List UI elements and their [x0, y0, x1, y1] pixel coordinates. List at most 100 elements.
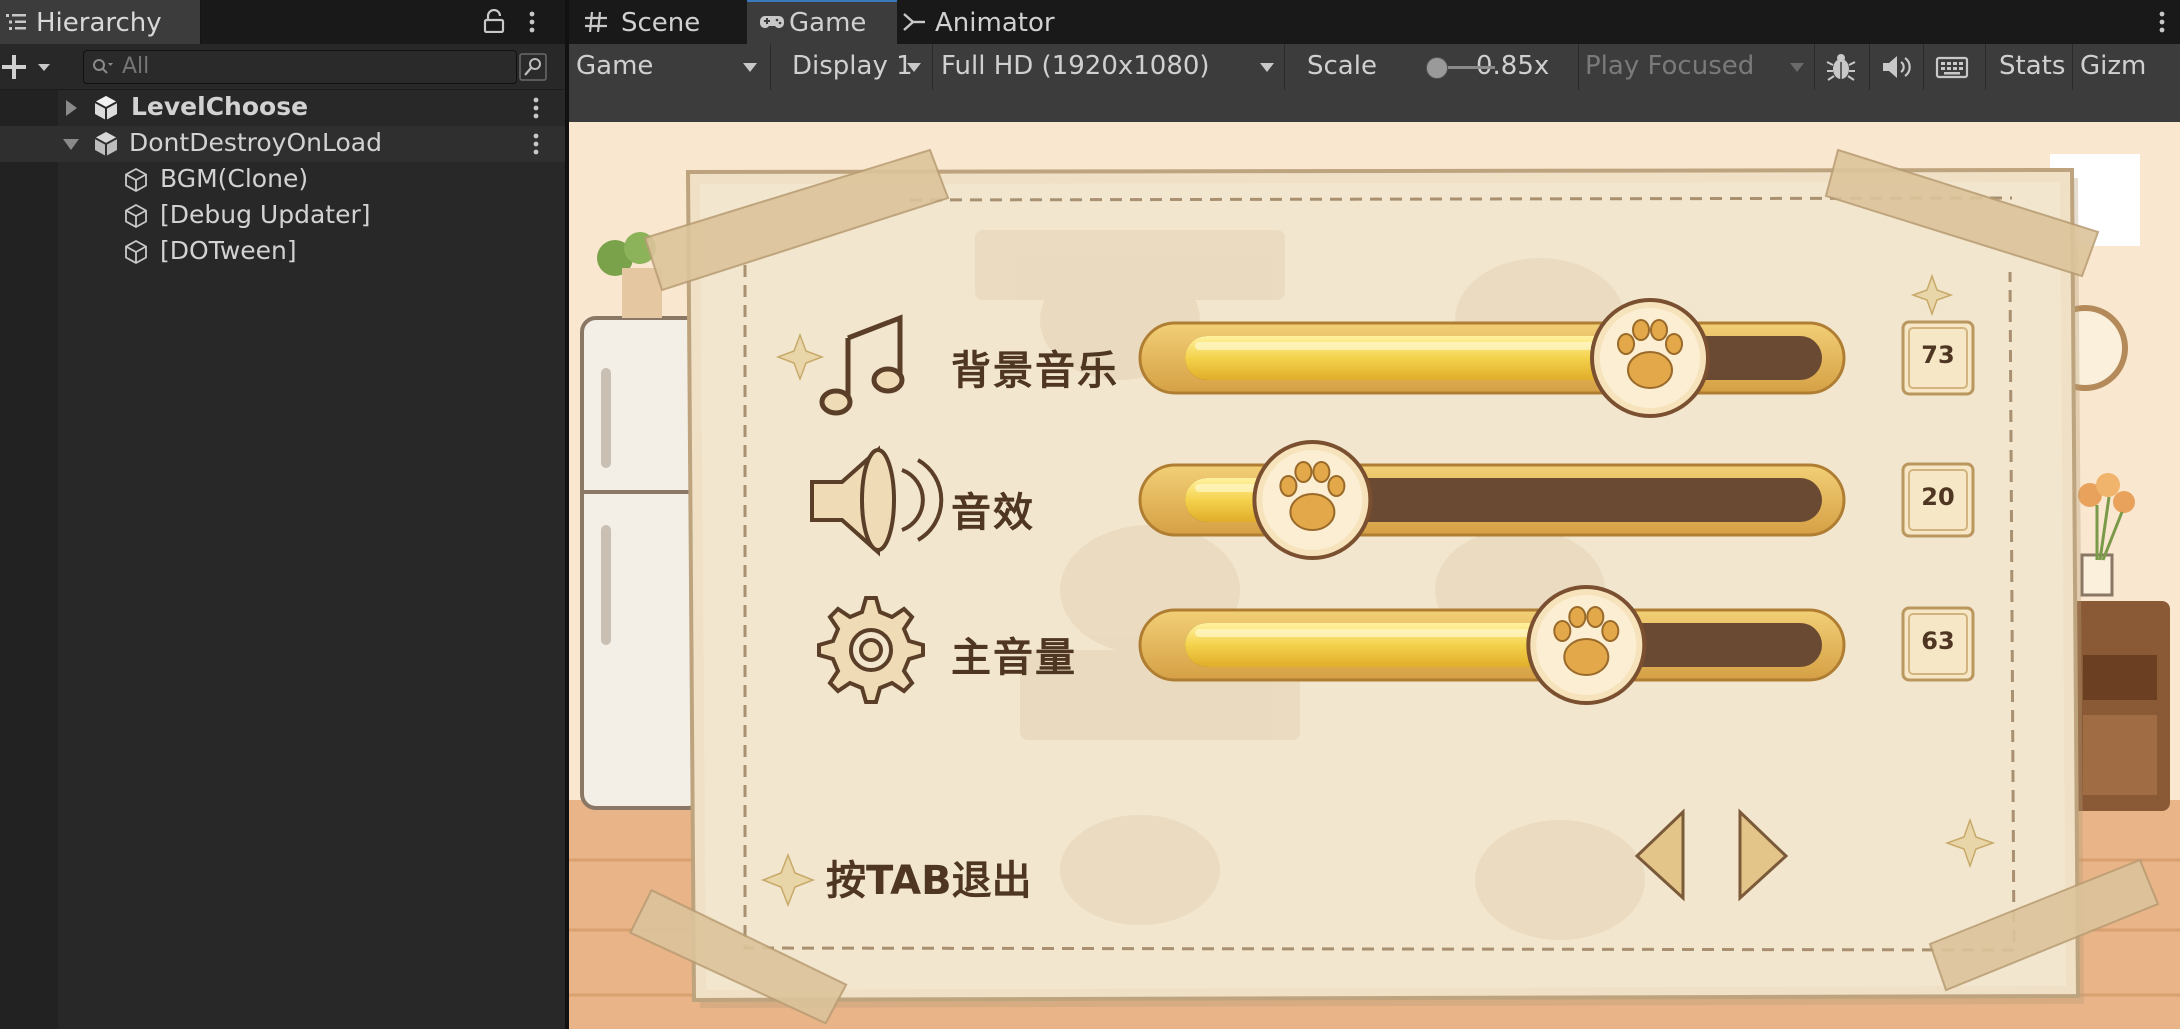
setting-label-sfx: 音效 — [951, 490, 1035, 536]
stats-label: Stats — [1999, 51, 2066, 81]
expand-arrow-icon[interactable] — [62, 99, 80, 117]
tab-scene[interactable]: Scene — [569, 0, 747, 44]
paw-toe — [1568, 606, 1587, 628]
hierarchy-item-label: LevelChoose — [131, 92, 309, 121]
gameobject-icon — [125, 203, 147, 229]
scene-grid-icon — [585, 11, 607, 33]
hierarchy-item-bgm-clone[interactable]: BGM(Clone) — [0, 162, 565, 198]
tab-scene-label: Scene — [621, 8, 701, 38]
paw-pad — [1289, 493, 1336, 531]
collapse-arrow-icon[interactable] — [62, 135, 80, 153]
add-object-button[interactable] — [0, 50, 56, 84]
tab-game[interactable]: Game — [747, 0, 897, 44]
paw-toe — [1632, 319, 1651, 341]
gizmos-label: Gizm — [2080, 51, 2147, 81]
paw-toe — [1601, 620, 1620, 642]
hierarchy-item-dontdestroyonload[interactable]: DontDestroyOnLoad — [0, 126, 565, 162]
gizmos-button[interactable]: Gizm — [2072, 44, 2180, 90]
hierarchy-item-debug-updater[interactable]: [Debug Updater] — [0, 198, 565, 234]
list-icon — [6, 14, 26, 30]
scale-slider-thumb[interactable] — [1426, 57, 1448, 79]
paw-pad — [1627, 351, 1674, 389]
bug-icon — [1826, 54, 1856, 81]
debug-toggle[interactable] — [1814, 44, 1870, 90]
more-options-icon[interactable] — [524, 8, 540, 36]
paw-toe — [1617, 333, 1636, 355]
value-sfx: 20 — [1921, 483, 1955, 511]
play-mode-label: Play Focused — [1585, 51, 1755, 81]
scale-slider-track[interactable] — [1445, 66, 1495, 69]
speaker-icon — [1883, 56, 1911, 78]
display-dropdown[interactable]: Display 1 — [770, 44, 933, 90]
slider-shine — [1195, 342, 1641, 350]
tab-game-label: Game — [789, 8, 867, 38]
gameobject-icon — [125, 167, 147, 193]
slider-layer — [1138, 298, 1846, 705]
chevron-down-icon — [907, 63, 921, 72]
resolution-label: Full HD (1920x1080) — [941, 51, 1210, 81]
value-bgm: 73 — [1921, 341, 1955, 369]
value-master: 63 — [1921, 627, 1955, 655]
resolution-dropdown[interactable]: Full HD (1920x1080) — [932, 44, 1285, 90]
scene-icon — [94, 132, 118, 156]
gameobject-icon — [125, 239, 147, 265]
paw-toe — [1665, 333, 1684, 355]
paw-toe — [1327, 475, 1346, 497]
scene-icon — [94, 96, 118, 120]
gamepad-icon — [760, 16, 784, 28]
view-mode-dropdown[interactable]: Game — [569, 44, 771, 90]
paw-knob-icon[interactable] — [1590, 298, 1711, 418]
hierarchy-item-label: [Debug Updater] — [160, 200, 371, 229]
hierarchy-item-label: [DOTween] — [160, 236, 297, 265]
lock-icon[interactable] — [483, 9, 505, 33]
search-scope-icon[interactable] — [518, 52, 548, 82]
game-view-header — [569, 90, 2180, 122]
paw-toe — [1294, 461, 1313, 483]
value-box-sfx: 20 — [1901, 462, 1975, 538]
search-icon — [93, 59, 113, 74]
slider-shine — [1195, 629, 1577, 637]
keyboard-toggle[interactable] — [1923, 44, 1986, 90]
gear-icon — [817, 596, 925, 704]
more-options-icon[interactable] — [528, 130, 544, 158]
paw-toe — [1586, 606, 1605, 628]
paw-toe — [1553, 620, 1572, 642]
chevron-down-icon — [743, 63, 757, 72]
paw-knob-icon[interactable] — [1252, 440, 1373, 560]
stats-button[interactable]: Stats — [1985, 44, 2073, 90]
hierarchy-toolbar — [0, 44, 565, 90]
display-label: Display 1 — [792, 51, 913, 81]
scale-label: Scale — [1307, 51, 1377, 81]
setting-label-bgm: 背景音乐 — [951, 348, 1119, 394]
value-box-master: 63 — [1901, 606, 1975, 682]
value-box-bgm: 73 — [1901, 320, 1975, 396]
setting-label-master: 主音量 — [951, 635, 1077, 681]
keyboard-icon — [1935, 56, 1969, 79]
search-input[interactable] — [122, 52, 502, 80]
hierarchy-tab-bar: Hierarchy — [0, 0, 565, 44]
hierarchy-item-levelchoose[interactable]: LevelChoose — [0, 90, 565, 126]
hierarchy-item-label: DontDestroyOnLoad — [129, 128, 382, 157]
paw-toe — [1312, 461, 1331, 483]
paw-toe — [1650, 319, 1669, 341]
play-mode-dropdown[interactable]: Play Focused — [1578, 44, 1815, 90]
game-view[interactable]: 背景音乐 音效 主音量 73 20 63 按TAB退出 — [569, 122, 2180, 1029]
paw-toe — [1279, 475, 1298, 497]
paw-knob-icon[interactable] — [1526, 585, 1647, 705]
exit-hint: 按TAB退出 — [826, 858, 1032, 904]
hierarchy-tree: LevelChoose DontDestroyOnLoad BGM(Clone)… — [0, 90, 565, 1029]
hierarchy-panel: Hierarchy All LevelChoose DontDestroyOnL… — [0, 0, 565, 1029]
game-scene-art — [569, 122, 2180, 1029]
tab-animator[interactable]: Animator — [897, 0, 1077, 44]
audio-toggle[interactable] — [1869, 44, 1924, 90]
more-options-icon[interactable] — [2154, 8, 2170, 36]
animator-icon — [903, 13, 925, 31]
paw-pad — [1563, 638, 1610, 676]
tab-hierarchy-label: Hierarchy — [36, 8, 162, 38]
tab-hierarchy[interactable]: Hierarchy — [0, 0, 201, 44]
hierarchy-search[interactable] — [83, 50, 517, 84]
tab-animator-label: Animator — [935, 8, 1055, 38]
chevron-down-icon — [1260, 63, 1274, 72]
more-options-icon[interactable] — [528, 94, 544, 122]
hierarchy-item-dotween[interactable]: [DOTween] — [0, 234, 565, 270]
